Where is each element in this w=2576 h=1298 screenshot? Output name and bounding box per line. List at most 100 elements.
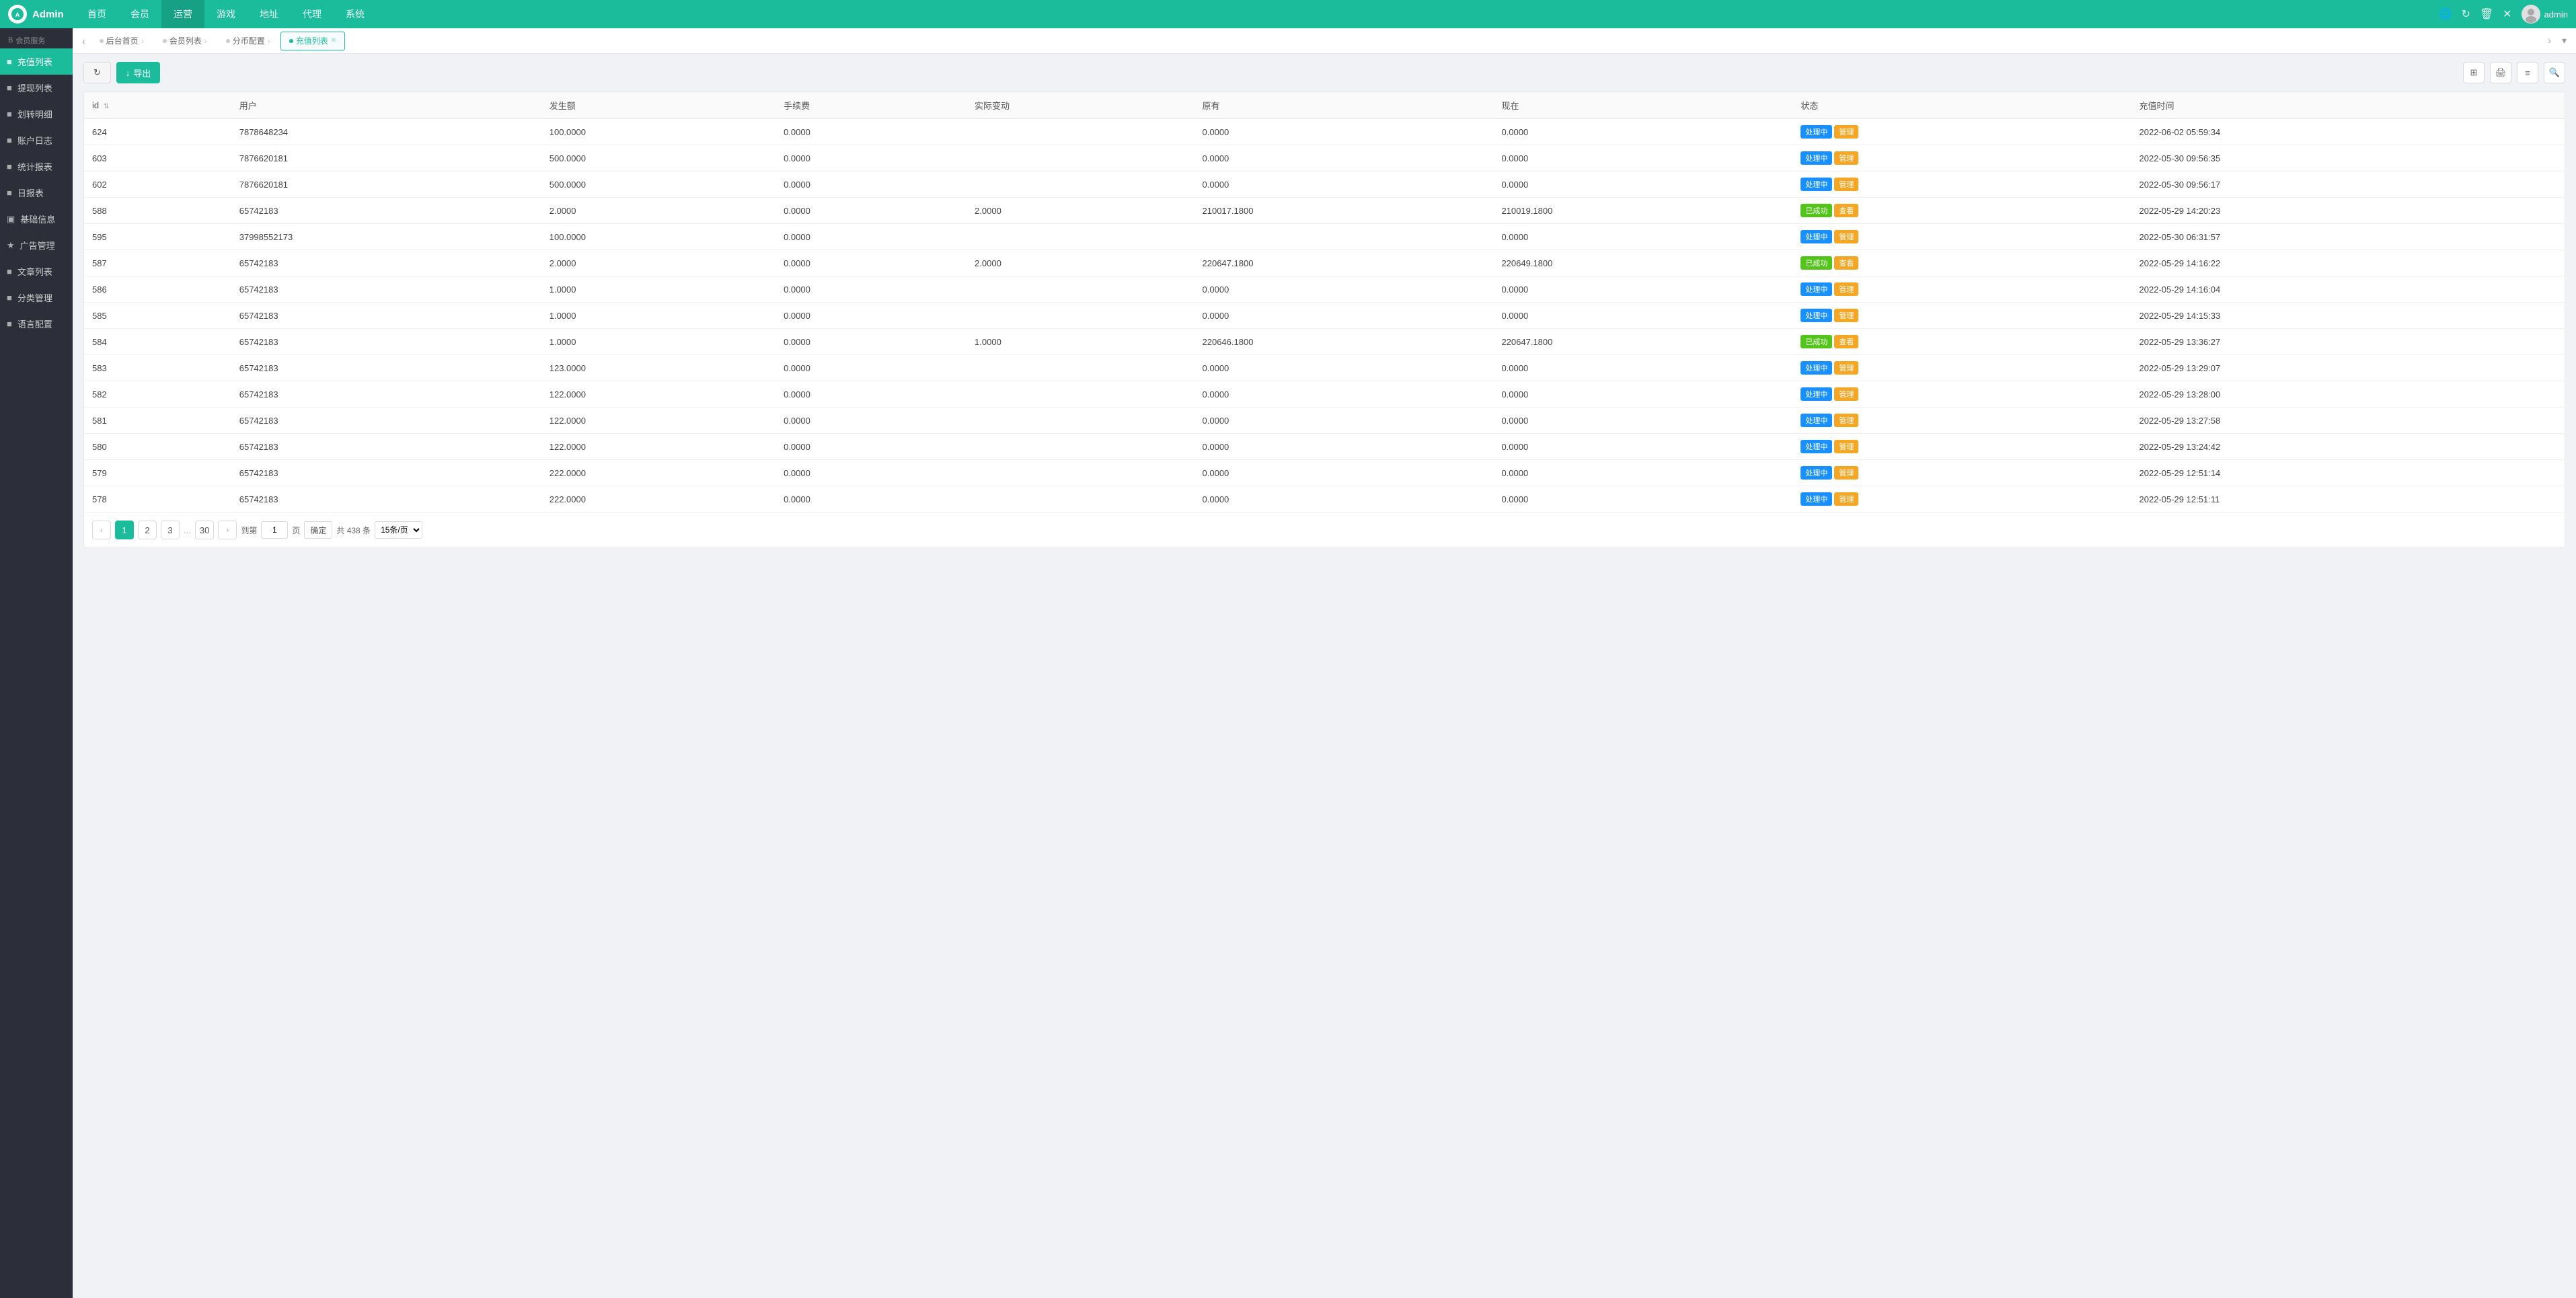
tab-dot-active (289, 39, 293, 43)
tab-left-arrow[interactable]: ‹ (78, 36, 89, 46)
goto-confirm-button[interactable]: 确定 (304, 521, 332, 539)
sidebar-item-transfer-detail[interactable]: ■ 划转明细 (0, 101, 73, 127)
status-badge[interactable]: 已成功 (1801, 204, 1832, 217)
status-badge[interactable]: 管理 (1834, 125, 1858, 139)
status-badge[interactable]: 查看 (1834, 204, 1858, 217)
refresh-icon[interactable]: ↻ (2461, 7, 2470, 21)
tab-down-arrow[interactable]: ▾ (2558, 35, 2571, 46)
delete-icon[interactable]: 🗑 (2480, 7, 2493, 21)
goto-label: 到第 (241, 525, 257, 536)
sidebar-item-recharge-list[interactable]: ■ 充值列表 (0, 48, 73, 75)
status-badge[interactable]: 管理 (1834, 492, 1858, 506)
goto-page-input[interactable] (261, 521, 288, 539)
refresh-button[interactable]: ↻ (83, 62, 111, 83)
cell-actual-change (967, 224, 1194, 250)
status-badge[interactable]: 处理中 (1801, 282, 1832, 296)
pagination-prev[interactable]: ‹ (92, 521, 111, 539)
pagination-next[interactable]: › (218, 521, 237, 539)
cell-fee: 0.0000 (775, 408, 967, 434)
sidebar-item-daily-table[interactable]: ■ 日报表 (0, 180, 73, 206)
status-badge[interactable]: 处理中 (1801, 151, 1832, 165)
table-row: 584 65742183 1.0000 0.0000 1.0000 220646… (84, 329, 2565, 355)
globe-icon[interactable]: 🌐 (2439, 7, 2452, 21)
status-badge[interactable]: 查看 (1834, 256, 1858, 270)
top-nav-items: 首页 会员 运营 游戏 地址 代理 系统 (75, 0, 2439, 28)
status-badge[interactable]: 处理中 (1801, 414, 1832, 427)
status-badge[interactable]: 管理 (1834, 361, 1858, 375)
page-btn-1[interactable]: 1 (115, 521, 134, 539)
basic-info-icon: ▣ (7, 214, 15, 225)
nav-item-address[interactable]: 地址 (248, 0, 291, 28)
status-badge[interactable]: 处理中 (1801, 178, 1832, 191)
status-badge[interactable]: 已成功 (1801, 256, 1832, 270)
cell-id: 602 (84, 171, 231, 198)
sidebar-item-withdrawal-list[interactable]: ■ 提现列表 (0, 75, 73, 101)
nav-item-operations[interactable]: 运营 (161, 0, 204, 28)
column-settings-icon[interactable]: ≡ (2517, 62, 2538, 83)
status-badge[interactable]: 管理 (1834, 309, 1858, 322)
status-badge[interactable]: 处理中 (1801, 309, 1832, 322)
nav-item-games[interactable]: 游戏 (204, 0, 248, 28)
export-button[interactable]: ↓ 导出 (116, 62, 161, 83)
status-badge[interactable]: 处理中 (1801, 387, 1832, 401)
table-row: 582 65742183 122.0000 0.0000 0.0000 0.00… (84, 381, 2565, 408)
cell-actual-change (967, 303, 1194, 329)
pagination: ‹ 1 2 3 ... 30 › 到第 页 确定 共 438 条 15条/页 1… (84, 512, 2565, 547)
total-count: 共 438 条 (336, 525, 371, 536)
sidebar-item-ad-mgmt[interactable]: ★ 广告管理 (0, 232, 73, 258)
nav-item-system[interactable]: 系统 (334, 0, 377, 28)
sidebar-item-lang-config[interactable]: ■ 语言配置 (0, 311, 73, 337)
sidebar-item-article-list[interactable]: ■ 文章列表 (0, 258, 73, 284)
layout: B 会员服务 ■ 充值列表 ■ 提现列表 ■ 划转明细 ■ 账户日志 ■ 统计报… (0, 28, 2576, 1298)
cell-user: 65742183 (231, 303, 541, 329)
status-badge[interactable]: 管理 (1834, 282, 1858, 296)
sidebar-item-account-log[interactable]: ■ 账户日志 (0, 127, 73, 153)
table-row: 578 65742183 222.0000 0.0000 0.0000 0.00… (84, 486, 2565, 512)
page-area: ↻ ↓ 导出 ⊞ 🖨 ≡ 🔍 id ⇅ (73, 54, 2576, 1298)
table-view-icon[interactable]: ⊞ (2463, 62, 2485, 83)
sort-icon-id[interactable]: ⇅ (104, 103, 109, 110)
tab-right-arrow[interactable]: › (2544, 35, 2555, 46)
status-badge[interactable]: 管理 (1834, 230, 1858, 243)
cell-current: 0.0000 (1493, 355, 1792, 381)
cell-amount: 1.0000 (541, 303, 775, 329)
status-badge[interactable]: 管理 (1834, 466, 1858, 480)
print-icon[interactable]: 🖨 (2490, 62, 2511, 83)
tab-recharge-list[interactable]: 充值列表 ✕ (280, 32, 345, 50)
status-badge[interactable]: 管理 (1834, 387, 1858, 401)
page-btn-2[interactable]: 2 (138, 521, 157, 539)
tab-member-list[interactable]: 会员列表 › (154, 32, 216, 50)
status-badge[interactable]: 管理 (1834, 440, 1858, 453)
status-badge[interactable]: 处理中 (1801, 440, 1832, 453)
cell-original: 0.0000 (1195, 303, 1494, 329)
tab-close-icon[interactable]: ✕ (331, 37, 336, 44)
status-badge[interactable]: 处理中 (1801, 230, 1832, 243)
cell-status: 已成功查看 (1792, 250, 2131, 276)
status-badge[interactable]: 查看 (1834, 335, 1858, 348)
close-icon[interactable]: ✕ (2503, 7, 2511, 21)
recharge-list-icon: ■ (7, 56, 12, 67)
sidebar-item-basic-info[interactable]: ▣ 基础信息 (0, 206, 73, 232)
search-icon[interactable]: 🔍 (2544, 62, 2565, 83)
sidebar-item-category-mgmt[interactable]: ■ 分类管理 (0, 284, 73, 311)
nav-item-home[interactable]: 首页 (75, 0, 118, 28)
status-badge[interactable]: 处理中 (1801, 361, 1832, 375)
status-badge[interactable]: 处理中 (1801, 466, 1832, 480)
status-badge[interactable]: 管理 (1834, 178, 1858, 191)
status-badge[interactable]: 已成功 (1801, 335, 1832, 348)
sidebar-item-stat-table[interactable]: ■ 统计报表 (0, 153, 73, 180)
status-badge[interactable]: 管理 (1834, 414, 1858, 427)
status-badge[interactable]: 处理中 (1801, 125, 1832, 139)
nav-item-member[interactable]: 会员 (118, 0, 161, 28)
tab-split-config[interactable]: 分币配置 › (217, 32, 279, 50)
page-btn-30[interactable]: 30 (195, 521, 214, 539)
page-size-select[interactable]: 15条/页 10条/页 20条/页 50条/页 (375, 521, 422, 539)
user-area[interactable]: admin (2522, 5, 2568, 24)
tab-backend-home[interactable]: 后台首页 › (91, 32, 153, 50)
cell-actual-change: 2.0000 (967, 198, 1194, 224)
page-btn-3[interactable]: 3 (161, 521, 180, 539)
cell-recharge-time: 2022-05-29 13:29:07 (2131, 355, 2565, 381)
status-badge[interactable]: 处理中 (1801, 492, 1832, 506)
nav-item-agent[interactable]: 代理 (291, 0, 334, 28)
status-badge[interactable]: 管理 (1834, 151, 1858, 165)
